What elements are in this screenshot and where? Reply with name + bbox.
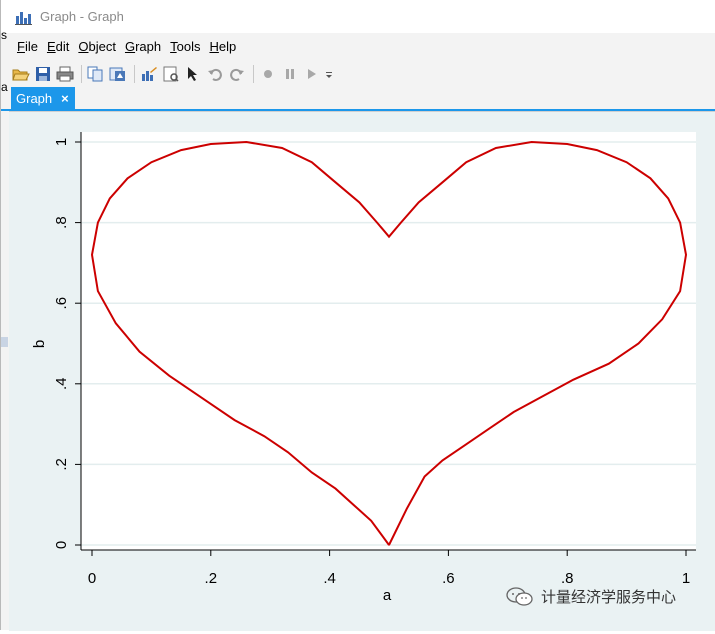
side-strip: [1, 337, 8, 347]
copy-icon[interactable]: [86, 64, 106, 84]
y-axis-label: b: [31, 340, 48, 348]
redo-icon[interactable]: [227, 64, 247, 84]
bar-chart-app-icon: [15, 11, 32, 25]
menu-edit[interactable]: Edit: [47, 39, 78, 54]
inner-plot-region: [81, 132, 696, 550]
play-icon[interactable]: [302, 64, 322, 84]
menu-help[interactable]: Help: [209, 39, 245, 54]
properties-icon[interactable]: [161, 64, 181, 84]
x-axis-label: a: [383, 587, 392, 604]
watermark-text: 计量经济学服务中心: [541, 588, 677, 606]
tab-label: Graph: [16, 90, 53, 106]
window-title: Graph - Graph: [40, 9, 124, 24]
menu-file[interactable]: File: [17, 39, 47, 54]
graph-editor-icon[interactable]: [139, 64, 159, 84]
graph-window: Graph - Graph File Edit Object Graph Too…: [0, 0, 715, 631]
tab-graph[interactable]: Graph ×: [11, 87, 75, 109]
x-tick-label: 0: [88, 570, 96, 587]
watermark: 计量经济学服务中心: [506, 586, 676, 607]
rename-icon[interactable]: [108, 64, 128, 84]
x-tick-label: .2: [205, 570, 218, 587]
print-icon[interactable]: [55, 64, 75, 84]
graph-canvas[interactable]: 0 .2 .4 .6 .8 1 0 .2 .4 .6 .8 1 a b: [9, 111, 715, 631]
menu-tools[interactable]: Tools: [170, 39, 209, 54]
y-tick-label: 0: [53, 541, 70, 549]
y-tick-label: .2: [53, 458, 70, 471]
toolbar-separator: [81, 65, 82, 83]
heart-chart: 0 .2 .4 .6 .8 1 0 .2 .4 .6 .8 1 a b: [9, 112, 715, 631]
wechat-icon: [506, 586, 533, 606]
select-icon[interactable]: [183, 64, 203, 84]
save-icon[interactable]: [33, 64, 53, 84]
y-tick-label: 1: [53, 138, 70, 146]
more-icon[interactable]: [324, 64, 334, 84]
menu-bar: File Edit Object Graph Tools Help: [1, 35, 715, 57]
pause-icon[interactable]: [280, 64, 300, 84]
tab-strip: Graph ×: [1, 87, 715, 111]
toolbar-separator: [253, 65, 254, 83]
x-tick-label: 1: [682, 570, 690, 587]
edge-text: a: [1, 80, 8, 94]
edge-text: s: [1, 28, 7, 42]
toolbar: [1, 61, 715, 87]
x-tick-label: .6: [442, 570, 455, 587]
y-tick-label: .6: [53, 297, 70, 310]
close-icon[interactable]: ×: [61, 91, 69, 106]
toolbar-separator: [134, 65, 135, 83]
title-bar[interactable]: Graph - Graph: [1, 0, 715, 33]
undo-icon[interactable]: [205, 64, 225, 84]
open-icon[interactable]: [11, 64, 31, 84]
menu-graph[interactable]: Graph: [125, 39, 170, 54]
menu-object[interactable]: Object: [78, 39, 125, 54]
y-tick-label: .8: [53, 216, 70, 229]
y-tick-label: .4: [53, 378, 70, 391]
record-icon[interactable]: [258, 64, 278, 84]
x-tick-label: .4: [323, 570, 336, 587]
x-tick-label: .8: [561, 570, 574, 587]
